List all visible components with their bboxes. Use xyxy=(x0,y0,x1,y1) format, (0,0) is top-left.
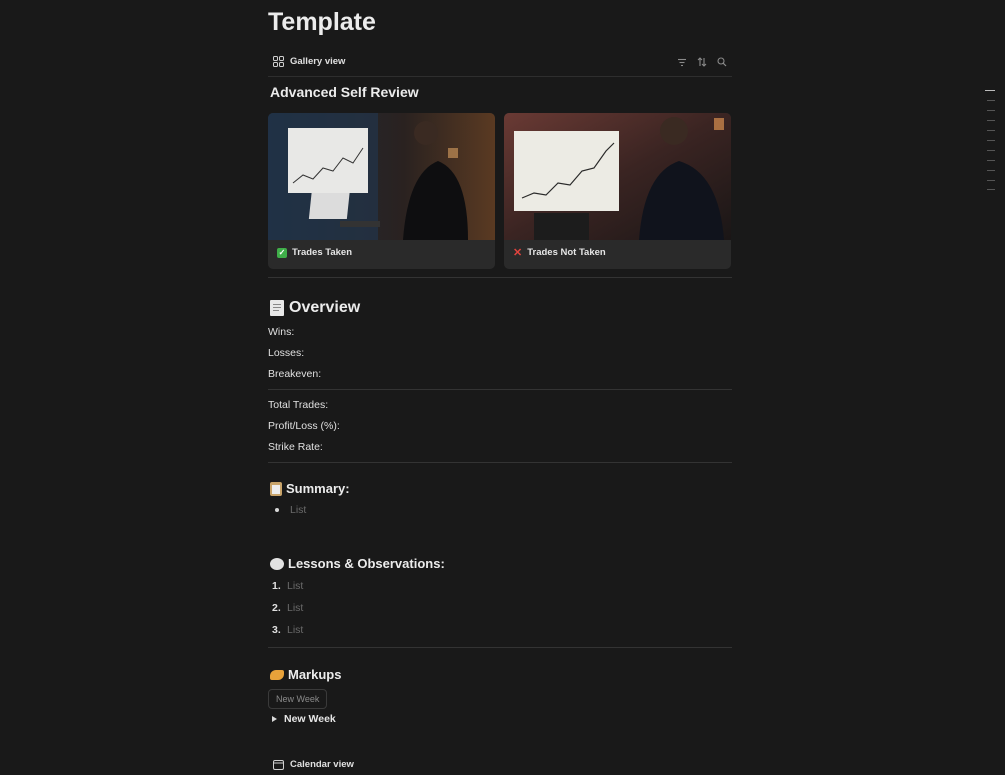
sort-icon xyxy=(697,57,707,67)
toc-line[interactable] xyxy=(987,130,995,131)
toc-line[interactable] xyxy=(987,170,995,171)
filter-icon xyxy=(678,58,686,66)
list-item[interactable]: 3. List xyxy=(272,624,303,636)
toc-line[interactable] xyxy=(987,120,995,121)
toc-line[interactable] xyxy=(985,90,995,91)
clipboard-icon xyxy=(270,481,282,496)
card-label: Trades Not Taken xyxy=(527,247,606,258)
sort-button[interactable] xyxy=(696,56,708,68)
toc-line[interactable] xyxy=(987,189,995,190)
search-icon xyxy=(717,57,727,67)
list-item[interactable]: List xyxy=(272,504,306,516)
card-label: Trades Taken xyxy=(292,247,353,258)
bullet-icon xyxy=(275,508,279,512)
overview-field-total-trades: Total Trades: xyxy=(268,399,329,411)
gallery-view-label: Gallery view xyxy=(290,56,346,67)
overview-field-profit-loss: Profit/Loss (%): xyxy=(268,420,340,432)
view-toolbar xyxy=(676,56,728,68)
cross-mark-icon: ✕ xyxy=(513,246,523,259)
overview-field-strike-rate: Strike Rate: xyxy=(268,441,323,453)
check-mark-icon: ✓ xyxy=(277,247,287,258)
card-cover-image xyxy=(504,113,731,240)
overview-field-breakeven: Breakeven: xyxy=(268,368,322,380)
new-week-button[interactable]: New Week xyxy=(268,689,328,709)
divider xyxy=(268,647,732,648)
gallery-card-trades-taken[interactable]: ✓ Trades Taken xyxy=(268,113,495,269)
overview-field-wins: Wins: xyxy=(268,326,295,338)
divider xyxy=(268,389,732,390)
gallery-grid-icon xyxy=(273,56,284,67)
search-button[interactable] xyxy=(716,56,728,68)
database-view-bar: Gallery view xyxy=(268,54,732,77)
toc-line[interactable] xyxy=(987,150,995,151)
toc-line[interactable] xyxy=(987,100,995,101)
toc-line[interactable] xyxy=(987,110,995,111)
receipt-icon xyxy=(270,300,284,316)
overview-heading: Overview xyxy=(270,299,360,317)
toc-line[interactable] xyxy=(987,140,995,141)
card-caption: ✓ Trades Taken xyxy=(277,247,352,258)
calendar-view-tab[interactable]: Calendar view xyxy=(273,759,354,770)
summary-heading: Summary: xyxy=(270,481,350,496)
toc-line[interactable] xyxy=(987,180,995,181)
toc-line[interactable] xyxy=(987,160,995,161)
calendar-icon xyxy=(273,760,284,770)
markups-heading: Markups xyxy=(270,667,341,682)
thought-bubble-icon xyxy=(270,557,284,570)
list-item[interactable]: 2. List xyxy=(272,602,303,614)
filter-button[interactable] xyxy=(676,56,688,68)
divider xyxy=(268,277,732,278)
gallery-view-tab[interactable]: Gallery view xyxy=(273,56,345,67)
page-title: Template xyxy=(268,8,376,36)
divider xyxy=(268,462,732,463)
list-item[interactable]: 1. List xyxy=(272,580,303,592)
card-caption: ✕ Trades Not Taken xyxy=(513,247,606,258)
gallery-card-trades-not-taken[interactable]: ✕ Trades Not Taken xyxy=(504,113,731,269)
writing-hand-icon xyxy=(270,669,284,680)
new-week-toggle[interactable]: New Week xyxy=(272,713,336,725)
card-cover-image xyxy=(268,113,495,240)
toggle-triangle-icon[interactable] xyxy=(272,716,277,722)
overview-field-losses: Losses: xyxy=(268,347,305,359)
gallery-title: Advanced Self Review xyxy=(270,84,419,100)
lessons-heading: Lessons & Observations: xyxy=(270,556,445,571)
